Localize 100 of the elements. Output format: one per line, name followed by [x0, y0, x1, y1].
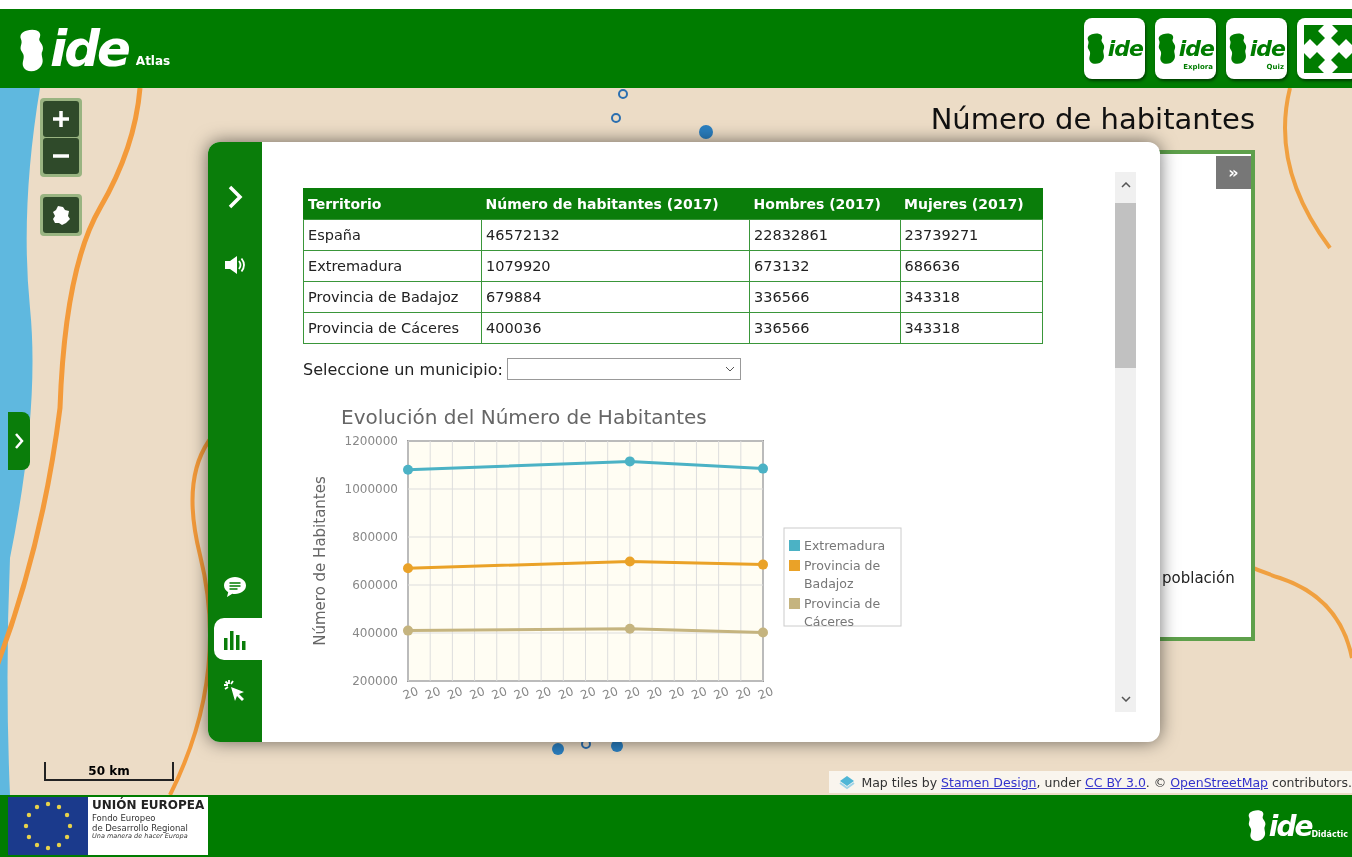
data-point — [758, 559, 768, 570]
axis-tick-label: 20 — [756, 684, 776, 703]
axis-tick-label: 20 — [512, 684, 532, 703]
app-button[interactable]: ide — [1084, 18, 1145, 79]
table-cell: 23739271 — [900, 219, 1043, 251]
axis-tick-label: 20 — [489, 684, 509, 703]
table-cell: Extremadura — [303, 250, 482, 282]
column-header: Territorio — [303, 188, 482, 220]
legend-label: Provincia de Cáceres — [804, 596, 881, 629]
table-cell: 673132 — [749, 250, 901, 282]
axis-tick-label: 20 — [445, 684, 465, 703]
chevron-right-icon — [14, 432, 24, 450]
scroll-down-icon — [1120, 696, 1131, 702]
map-marker[interactable] — [581, 739, 591, 749]
axis-tick-label: 1000000 — [344, 482, 398, 496]
legend-swatch — [789, 598, 800, 609]
logo-caption: Didáctic — [1311, 830, 1348, 839]
table-cell: 343318 — [900, 312, 1043, 344]
y-axis-label: Número de Habitantes — [311, 476, 329, 646]
bar-chart-icon — [223, 628, 247, 650]
data-point — [403, 563, 413, 574]
collapse-button[interactable]: » — [1216, 156, 1251, 189]
axis-tick-label: 1200000 — [344, 434, 398, 448]
axis-tick-label: 20 — [667, 684, 687, 703]
table-cell: 46572132 — [481, 219, 750, 251]
axis-tick-label: 20 — [733, 684, 753, 703]
region-shape-icon — [52, 205, 70, 225]
axis-tick-label: 20 — [711, 684, 731, 703]
data-point — [624, 456, 635, 467]
zoom-in-button[interactable] — [43, 101, 79, 137]
scrollbar[interactable] — [1115, 172, 1136, 712]
table-cell: 400036 — [481, 312, 750, 344]
axis-tick-label: 20 — [467, 684, 487, 703]
legend-label: Provincia de Badajoz — [804, 558, 881, 591]
zoom-out-button[interactable] — [43, 138, 79, 174]
comment-icon — [223, 576, 247, 598]
table-cell: Provincia de Cáceres — [303, 312, 482, 344]
logo-caption: Atlas — [135, 53, 171, 68]
attribution-text: Map tiles by Stamen Design, under CC BY 3.0. © OpenStreetMap contributors. — [861, 774, 1352, 790]
table-cell: 336566 — [749, 312, 901, 344]
expand-tab[interactable] — [8, 412, 30, 470]
data-point — [758, 627, 768, 638]
axis-tick-label: 600000 — [352, 578, 398, 592]
table-cell: 22832861 — [749, 219, 901, 251]
map-marker[interactable] — [552, 743, 564, 755]
axis-tick-label: 20 — [423, 684, 443, 703]
municipality-label: Seleccione un municipio: — [303, 359, 503, 379]
sidebar-tab[interactable] — [214, 618, 262, 660]
data-point — [403, 464, 413, 475]
logo-mark: ide — [50, 23, 128, 74]
eu-flag-icon — [8, 797, 88, 855]
table-cell: 336566 — [749, 281, 901, 313]
axis-tick-label: 20 — [578, 684, 598, 703]
scale-bar: 50 km — [44, 762, 174, 781]
chart-title: Evolución del Número de Habitantes — [341, 405, 707, 429]
axis-tick-label: 20 — [600, 684, 620, 703]
table-cell: 343318 — [900, 281, 1043, 313]
axis-tick-label: 20 — [689, 684, 709, 703]
speaker-icon — [224, 255, 246, 275]
table-cell: 679884 — [481, 281, 750, 313]
attribution-link[interactable]: Stamen Design — [941, 774, 1037, 790]
axis-tick-label: 800000 — [352, 530, 398, 544]
minus-icon — [52, 154, 70, 158]
municipality-dropdown[interactable] — [506, 358, 741, 380]
chevron-down-icon — [724, 366, 735, 372]
logo-mark: ide — [1268, 810, 1312, 843]
pointer-icon — [223, 679, 247, 703]
eu-fund-text: Fondo Europeo — [92, 813, 156, 824]
legend-swatch — [789, 540, 800, 551]
axis-tick-label: 20 — [534, 684, 554, 703]
axis-tick-label: 20 — [622, 684, 643, 703]
eu-fund-text: de Desarrollo Regional — [92, 823, 188, 834]
data-point — [624, 556, 635, 567]
fullscreen-button[interactable] — [1297, 18, 1352, 79]
chevron-right-icon — [227, 184, 243, 210]
table-cell: 1079920 — [481, 250, 750, 282]
table-cell: España — [303, 219, 482, 251]
column-header: Mujeres (2017) — [900, 188, 1043, 220]
attribution-link[interactable]: CC BY 3.0 — [1085, 774, 1146, 790]
data-point — [758, 463, 768, 474]
eu-title: UNIÓN EUROPEA — [92, 798, 205, 813]
data-point — [403, 625, 413, 636]
legend-label: Extremadura — [804, 538, 886, 553]
scroll-up-icon — [1120, 182, 1131, 188]
column-header: Número de habitantes (2017) — [481, 188, 750, 220]
axis-tick-label: 20 — [556, 684, 576, 703]
map-marker[interactable] — [699, 125, 713, 139]
map-marker[interactable] — [611, 113, 621, 123]
legend-swatch — [789, 560, 800, 571]
region-extent-button[interactable] — [43, 197, 79, 233]
map-title: Número de habitantes — [930, 102, 1255, 136]
column-header: Hombres (2017) — [749, 188, 901, 220]
map-marker[interactable] — [618, 89, 628, 99]
attribution-link[interactable]: OpenStreetMap — [1170, 774, 1269, 790]
table-cell: 686636 — [900, 250, 1043, 282]
data-point — [624, 623, 635, 634]
panel-text: población — [1162, 569, 1235, 587]
axis-tick-label: 20 — [401, 684, 421, 703]
plus-icon — [52, 110, 70, 128]
axis-tick-label: 200000 — [352, 674, 398, 688]
